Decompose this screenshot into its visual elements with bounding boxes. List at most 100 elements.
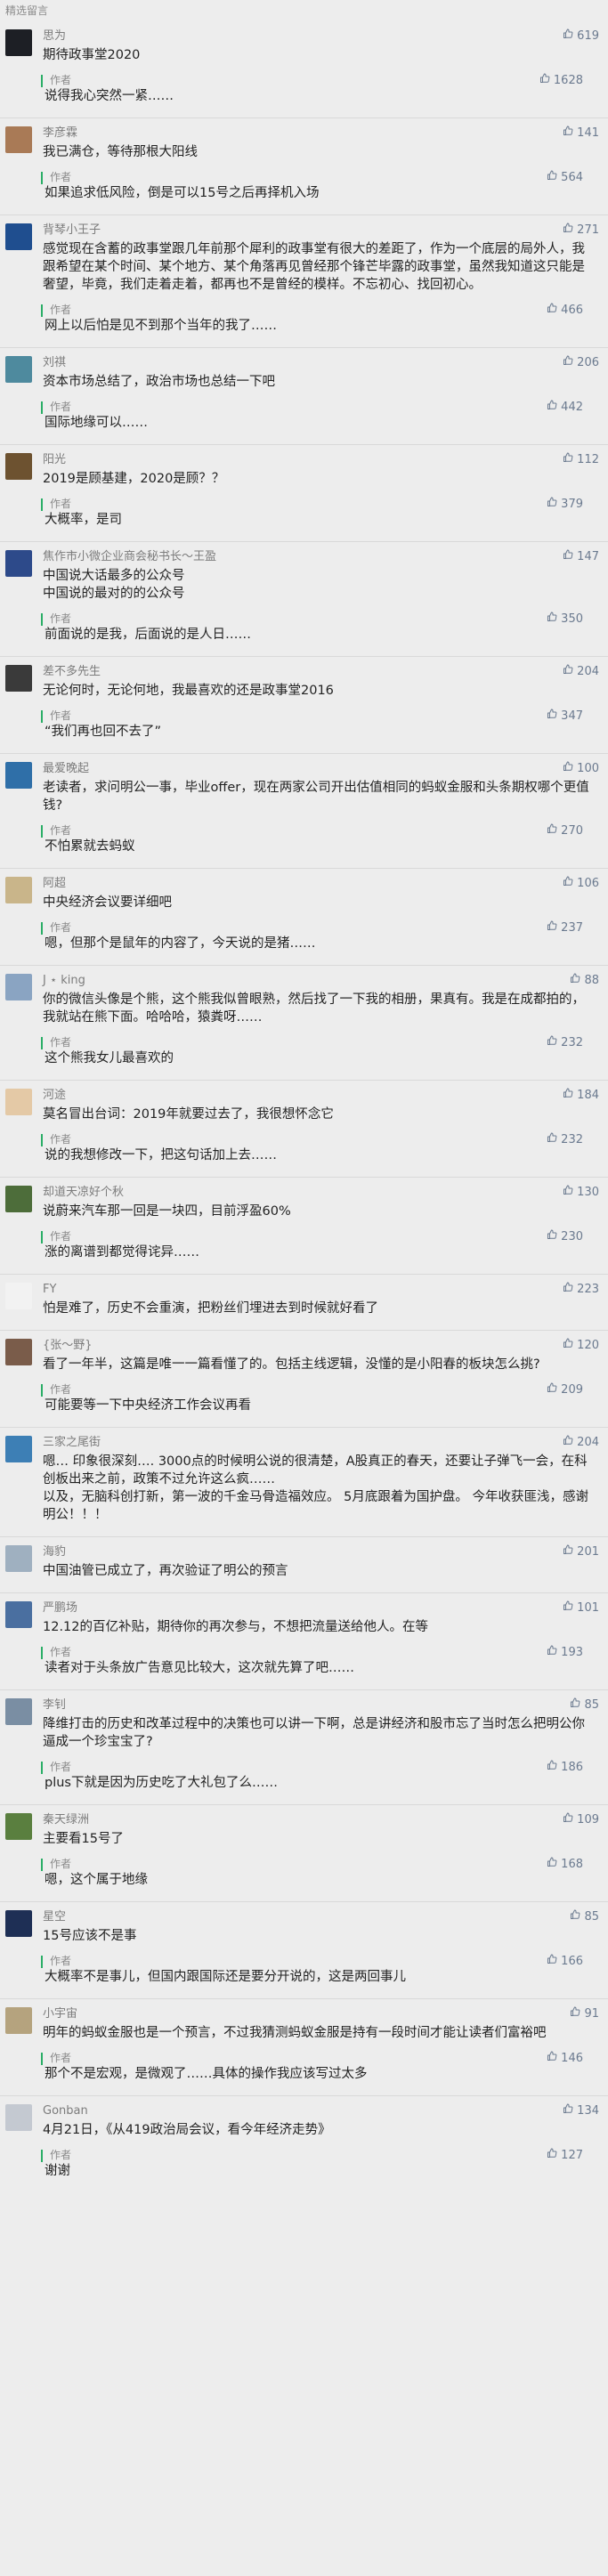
like-button[interactable]: 206 <box>563 355 599 369</box>
reply-like-button[interactable]: 127 <box>547 2148 583 2162</box>
like-button[interactable]: 201 <box>563 1544 599 1559</box>
reply-text: 说得我心突然一紧…… <box>45 89 174 103</box>
reply-like-button[interactable]: 168 <box>547 1857 583 1871</box>
comment-text: 降维打击的历史和改革过程中的决策也可以讲一下啊，总是讲经济和股市忘了当时怎么把明… <box>43 1717 585 1749</box>
avatar[interactable] <box>5 550 32 577</box>
thumbs-up-icon <box>563 1812 573 1822</box>
reply-author-label: 作者 <box>50 1955 72 1967</box>
avatar[interactable] <box>5 1545 32 1572</box>
like-button[interactable]: 147 <box>563 549 599 563</box>
comment-item: 李彦霖 141 我已满仓，等待那根大阳线 作者 564 如果追求低风险，倒是可以15号之后… <box>0 117 608 215</box>
like-count: 109 <box>577 1813 599 1827</box>
avatar[interactable] <box>5 2104 32 2131</box>
reply-like-button[interactable]: 230 <box>547 1229 583 1243</box>
reply-like-button[interactable]: 166 <box>547 1954 583 1968</box>
reply-like-button[interactable]: 466 <box>547 303 583 317</box>
like-button[interactable]: 101 <box>563 1600 599 1615</box>
like-button[interactable]: 619 <box>563 28 599 43</box>
reply-indicator-bar <box>41 2150 43 2162</box>
reply-like-button[interactable]: 232 <box>547 1132 583 1146</box>
like-button[interactable]: 91 <box>570 2006 599 2021</box>
thumbs-up-icon <box>547 497 557 506</box>
like-button[interactable]: 134 <box>563 2103 599 2118</box>
avatar[interactable] <box>5 1186 32 1212</box>
commenter-name: 海豹 <box>43 1545 67 1559</box>
like-button[interactable]: 100 <box>563 761 599 775</box>
reply-like-count: 127 <box>561 2149 583 2162</box>
reply-like-button[interactable]: 564 <box>547 170 583 184</box>
avatar[interactable] <box>5 1698 32 1725</box>
like-button[interactable]: 106 <box>563 876 599 890</box>
reply-like-count: 230 <box>561 1230 583 1243</box>
reply-like-button[interactable]: 193 <box>547 1645 583 1659</box>
like-button[interactable]: 271 <box>563 223 599 237</box>
avatar[interactable] <box>5 453 32 480</box>
avatar[interactable] <box>5 1283 32 1309</box>
avatar[interactable] <box>5 877 32 903</box>
reply-like-button[interactable]: 1628 <box>539 73 583 87</box>
like-button[interactable]: 141 <box>563 126 599 140</box>
avatar[interactable] <box>5 1813 32 1840</box>
comment-text: 15号应该不是事 <box>43 1929 137 1943</box>
reply-like-button[interactable]: 442 <box>547 400 583 414</box>
like-button[interactable]: 223 <box>563 1282 599 1296</box>
like-button[interactable]: 204 <box>563 1435 599 1449</box>
comment-text: 期待政事堂2020 <box>43 48 141 62</box>
avatar[interactable] <box>5 1601 32 1628</box>
reply-text: 谢谢 <box>45 2164 70 2178</box>
reply-author-label: 作者 <box>50 921 72 934</box>
like-button[interactable]: 88 <box>570 973 599 987</box>
commenter-name: 最爱晚起 <box>43 762 90 775</box>
comment-text: 中国说大话最多的公众号 中国说的最对的的公众号 <box>43 569 185 601</box>
reply-like-button[interactable]: 237 <box>547 920 583 935</box>
like-button[interactable]: 112 <box>563 452 599 466</box>
like-count: 100 <box>577 762 599 775</box>
avatar[interactable] <box>5 1910 32 1937</box>
like-button[interactable]: 204 <box>563 664 599 678</box>
comment-item: 思为 619 期待政事堂2020 作者 1628 说得我心突然一紧…… <box>0 21 608 117</box>
reply-like-button[interactable]: 146 <box>547 2051 583 2065</box>
like-count: 206 <box>577 356 599 369</box>
comment-text: 老读者，求问明公一事，毕业offer，现在两家公司开出估值相同的蚂蚁金服和头条期… <box>43 781 589 813</box>
reply-author-label: 作者 <box>50 1230 72 1243</box>
thumbs-up-icon <box>547 2051 557 2061</box>
like-button[interactable]: 130 <box>563 1185 599 1199</box>
avatar[interactable] <box>5 356 32 383</box>
thumbs-up-icon <box>547 1035 557 1045</box>
reply-indicator-bar <box>41 1647 43 1659</box>
comment-item: 阳光 112 2019是顾基建，2020是顾？？ 作者 379 大概率，是司 <box>0 444 608 541</box>
reply-like-button[interactable]: 379 <box>547 497 583 511</box>
reply-like-button[interactable]: 232 <box>547 1035 583 1049</box>
commenter-name: 李彦霖 <box>43 126 78 140</box>
like-button[interactable]: 85 <box>570 1909 599 1924</box>
reply-like-button[interactable]: 350 <box>547 612 583 626</box>
like-count: 223 <box>577 1283 599 1296</box>
reply-like-button[interactable]: 186 <box>547 1760 583 1774</box>
reply-like-button[interactable]: 209 <box>547 1382 583 1397</box>
reply-author-label: 作者 <box>50 401 72 413</box>
like-button[interactable]: 109 <box>563 1812 599 1827</box>
like-button[interactable]: 85 <box>570 1697 599 1712</box>
author-reply: 作者 564 如果追求低风险，倒是可以15号之后再择机入场 <box>41 170 592 202</box>
author-reply: 作者 1628 说得我心突然一紧…… <box>41 73 592 105</box>
avatar[interactable] <box>5 2007 32 2034</box>
avatar[interactable] <box>5 126 32 153</box>
like-button[interactable]: 120 <box>563 1338 599 1352</box>
avatar[interactable] <box>5 223 32 250</box>
like-button[interactable]: 184 <box>563 1088 599 1102</box>
avatar[interactable] <box>5 1089 32 1115</box>
avatar[interactable] <box>5 665 32 692</box>
commenter-name: 阿超 <box>43 877 67 890</box>
avatar[interactable] <box>5 1339 32 1365</box>
comment-text: 嗯… 印象很深刻…. 3000点的时候明公说的很清楚，A股真正的春天，还要让子弹… <box>43 1454 588 1522</box>
comment-item: J ⋆ king 88 你的微信头像是个熊，这个熊我似曾眼熟，然后找了一下我的相册，… <box>0 965 608 1080</box>
reply-text: 如果追求低风险，倒是可以15号之后再择机入场 <box>45 186 320 200</box>
avatar[interactable] <box>5 29 32 56</box>
avatar[interactable] <box>5 762 32 789</box>
reply-text: 国际地缘可以…… <box>45 416 148 430</box>
avatar[interactable] <box>5 974 32 1000</box>
commenter-name: 河途 <box>43 1089 67 1102</box>
avatar[interactable] <box>5 1436 32 1462</box>
reply-like-button[interactable]: 270 <box>547 823 583 838</box>
reply-like-button[interactable]: 347 <box>547 709 583 723</box>
